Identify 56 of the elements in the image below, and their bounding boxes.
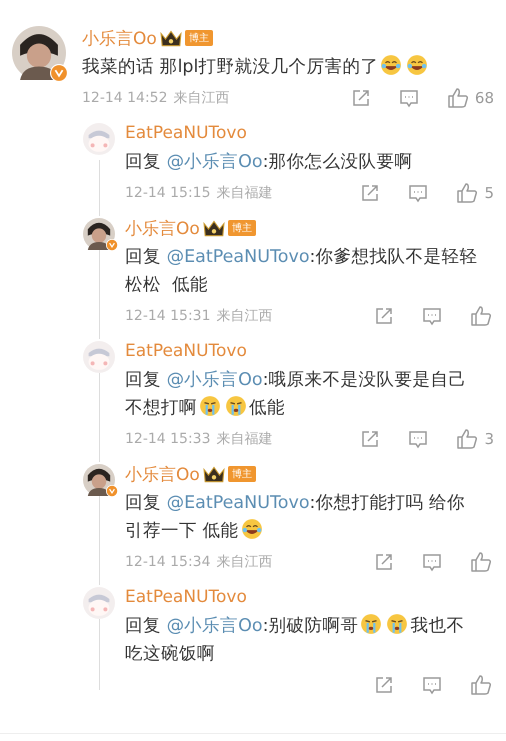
like-icon[interactable] (470, 551, 492, 573)
like-icon[interactable] (470, 674, 492, 696)
comment-text: 回复 @小乐言Oo:别破防啊哥 我也不吃这碗饭啊 (125, 612, 494, 668)
timestamp: 12-14 15:33 (125, 431, 210, 447)
blogger-tag: 博主 (228, 466, 256, 482)
share-icon[interactable] (374, 552, 394, 572)
location-text: 来自福建 (216, 430, 272, 448)
timestamp: 12-14 15:15 (125, 185, 210, 201)
share-icon[interactable] (350, 88, 371, 108)
timestamp: 12-14 15:34 (125, 554, 210, 570)
blogger-tag: 博主 (228, 220, 256, 236)
comment-icon[interactable] (398, 88, 419, 108)
comment-text: 回复 @EatPeaNUTovo:你想打能打吗 给你引荐一下 低能 (125, 492, 466, 543)
user-name[interactable]: 小乐言Oo (125, 462, 200, 486)
comment-icon[interactable] (408, 429, 428, 449)
like-icon[interactable] (456, 182, 478, 204)
location-text: 来自福建 (216, 184, 272, 202)
comment-icon[interactable] (408, 183, 428, 203)
timestamp: 12-14 15:31 (125, 308, 210, 324)
comment-icon[interactable] (422, 552, 442, 572)
laughing-emoji-icon (406, 54, 428, 76)
crying-emoji-icon (199, 395, 221, 417)
like-count: 5 (484, 184, 494, 202)
user-name[interactable]: 小乐言Oo (125, 216, 200, 240)
comment-text: 我菜的话 那lpl打野就没几个厉害的了 (82, 53, 494, 81)
comment-icon[interactable] (422, 306, 442, 326)
share-icon[interactable] (374, 675, 394, 695)
location-text: 来自江西 (216, 307, 272, 325)
location-text: 来自江西 (173, 89, 230, 107)
blogger-tag: 博主 (184, 30, 213, 46)
location-text: 来自江西 (216, 553, 272, 571)
like-icon[interactable] (470, 305, 492, 327)
user-name[interactable]: 小乐言Oo (82, 26, 157, 50)
like-icon[interactable] (446, 87, 469, 109)
timestamp: 12-14 14:52 (82, 90, 168, 106)
like-count: 68 (474, 89, 494, 107)
user-name[interactable]: EatPeaNUTovo (125, 123, 247, 143)
avatar[interactable] (12, 26, 66, 80)
comment-icon[interactable] (422, 675, 442, 695)
crying-emoji-icon (225, 395, 247, 417)
like-count: 3 (484, 430, 494, 448)
laughing-emoji-icon (380, 54, 402, 76)
comment-text: 回复 @小乐言Oo:那你怎么没队要啊 (125, 151, 414, 174)
laughing-emoji-icon (240, 518, 263, 540)
share-icon[interactable] (374, 306, 394, 326)
avatar[interactable] (83, 464, 115, 496)
crying-emoji-icon (360, 613, 382, 635)
user-name[interactable]: EatPeaNUTovo (125, 587, 247, 607)
crying-emoji-icon (386, 613, 408, 635)
share-icon[interactable] (360, 429, 380, 449)
user-name[interactable]: EatPeaNUTovo (125, 341, 247, 361)
comment-text: 回复 @EatPeaNUTovo:你爹想找队不是轻轻松松 低能 (125, 246, 478, 297)
avatar[interactable] (83, 218, 115, 250)
share-icon[interactable] (360, 183, 380, 203)
like-icon[interactable] (456, 428, 478, 450)
comment-text: 回复 @小乐言Oo:哦原来不是没队要是自己不想打啊 低能 (125, 369, 468, 420)
